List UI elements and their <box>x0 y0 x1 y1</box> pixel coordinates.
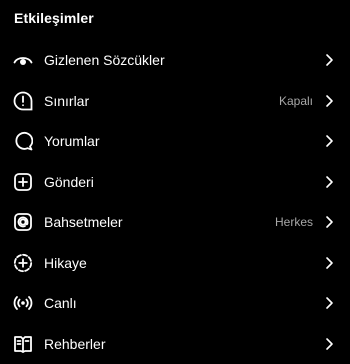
mention-icon <box>13 212 33 232</box>
list-item-story[interactable]: Hikaye <box>0 243 350 284</box>
list-item-label: Gizlenen Sözcükler <box>44 52 165 68</box>
chevron-right-icon <box>324 337 334 351</box>
list-item-comments[interactable]: Yorumlar <box>0 121 350 162</box>
comment-icon <box>13 131 33 151</box>
chevron-right-icon <box>324 296 334 310</box>
chevron-right-icon <box>324 256 334 270</box>
eye-off-icon <box>13 50 33 70</box>
list-item-label: Hikaye <box>44 255 87 271</box>
list-item-limits[interactable]: Sınırlar Kapalı <box>0 81 350 122</box>
list-item-label: Yorumlar <box>44 133 100 149</box>
live-broadcast-icon <box>13 293 33 313</box>
alert-circle-icon <box>13 91 33 111</box>
page-title: Etkileşimler <box>14 10 94 26</box>
list-item-label: Canlı <box>44 295 77 311</box>
chevron-right-icon <box>324 134 334 148</box>
list-item-label: Gönderi <box>44 174 94 190</box>
list-item-value: Herkes <box>275 215 313 229</box>
list-item-label: Bahsetmeler <box>44 214 123 230</box>
list-item-label: Sınırlar <box>44 93 89 109</box>
chevron-right-icon <box>324 175 334 189</box>
list-item-label: Rehberler <box>44 336 105 352</box>
list-item-post[interactable]: Gönderi <box>0 162 350 203</box>
chevron-right-icon <box>324 53 334 67</box>
list-item-value: Kapalı <box>279 94 313 108</box>
story-plus-icon <box>13 253 33 273</box>
list-item-mentions[interactable]: Bahsetmeler Herkes <box>0 202 350 243</box>
plus-square-icon <box>13 172 33 192</box>
list-item-live[interactable]: Canlı <box>0 283 350 324</box>
chevron-right-icon <box>324 94 334 108</box>
list-item-guides[interactable]: Rehberler <box>0 324 350 364</box>
list-item-hidden-words[interactable]: Gizlenen Sözcükler <box>0 40 350 81</box>
guide-book-icon <box>13 334 33 354</box>
chevron-right-icon <box>324 215 334 229</box>
settings-list: Gizlenen Sözcükler Sınırlar Kapalı Yorum… <box>0 40 350 364</box>
